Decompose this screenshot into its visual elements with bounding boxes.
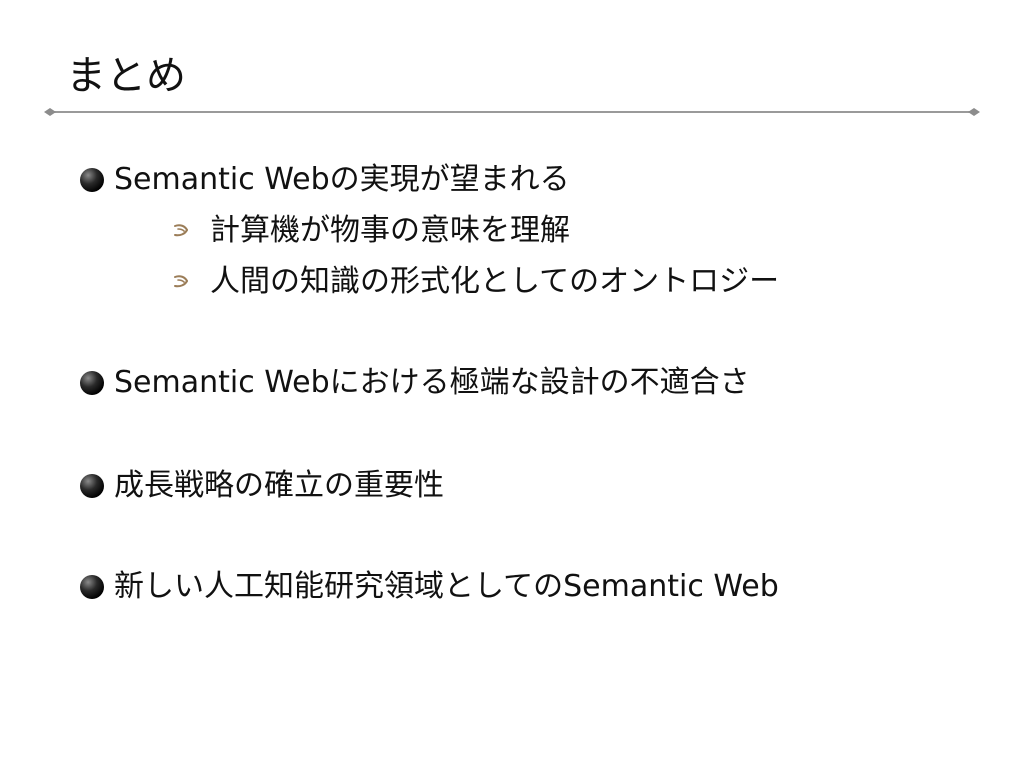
bullet-text: 成長戦略の確立の重要性 xyxy=(114,468,444,503)
slide: まとめ Semantic Webの実現が望まれる 計算機が物事の意味を理解 人間… xyxy=(0,0,1024,768)
sub-bullet-item: 計算機が物事の意味を理解 xyxy=(172,211,570,251)
black-sphere-bullet-icon xyxy=(80,371,104,395)
bullet-item: 成長戦略の確立の重要性 xyxy=(80,466,444,506)
curl-arrow-bullet-icon xyxy=(174,224,188,237)
bullet-text: 新しい人工知能研究領域としてのSemantic Web xyxy=(114,569,779,604)
black-sphere-bullet-icon xyxy=(80,474,104,498)
title-divider xyxy=(44,108,980,116)
black-sphere-bullet-icon xyxy=(80,168,104,192)
curl-arrow-bullet-icon xyxy=(174,275,188,288)
sub-bullet-text: 人間の知識の形式化としてのオントロジー xyxy=(210,264,780,299)
bullet-item: Semantic Webにおける極端な設計の不適合さ xyxy=(80,363,750,403)
sub-bullet-item: 人間の知識の形式化としてのオントロジー xyxy=(172,262,779,302)
bullet-item: Semantic Webの実現が望まれる xyxy=(80,160,570,200)
sub-bullet-text: 計算機が物事の意味を理解 xyxy=(210,213,570,248)
black-sphere-bullet-icon xyxy=(80,575,104,599)
bullet-text: Semantic Webにおける極端な設計の不適合さ xyxy=(114,365,750,400)
slide-title: まとめ xyxy=(66,53,186,99)
bullet-item: 新しい人工知能研究領域としてのSemantic Web xyxy=(80,567,779,607)
bullet-text: Semantic Webの実現が望まれる xyxy=(114,162,570,197)
